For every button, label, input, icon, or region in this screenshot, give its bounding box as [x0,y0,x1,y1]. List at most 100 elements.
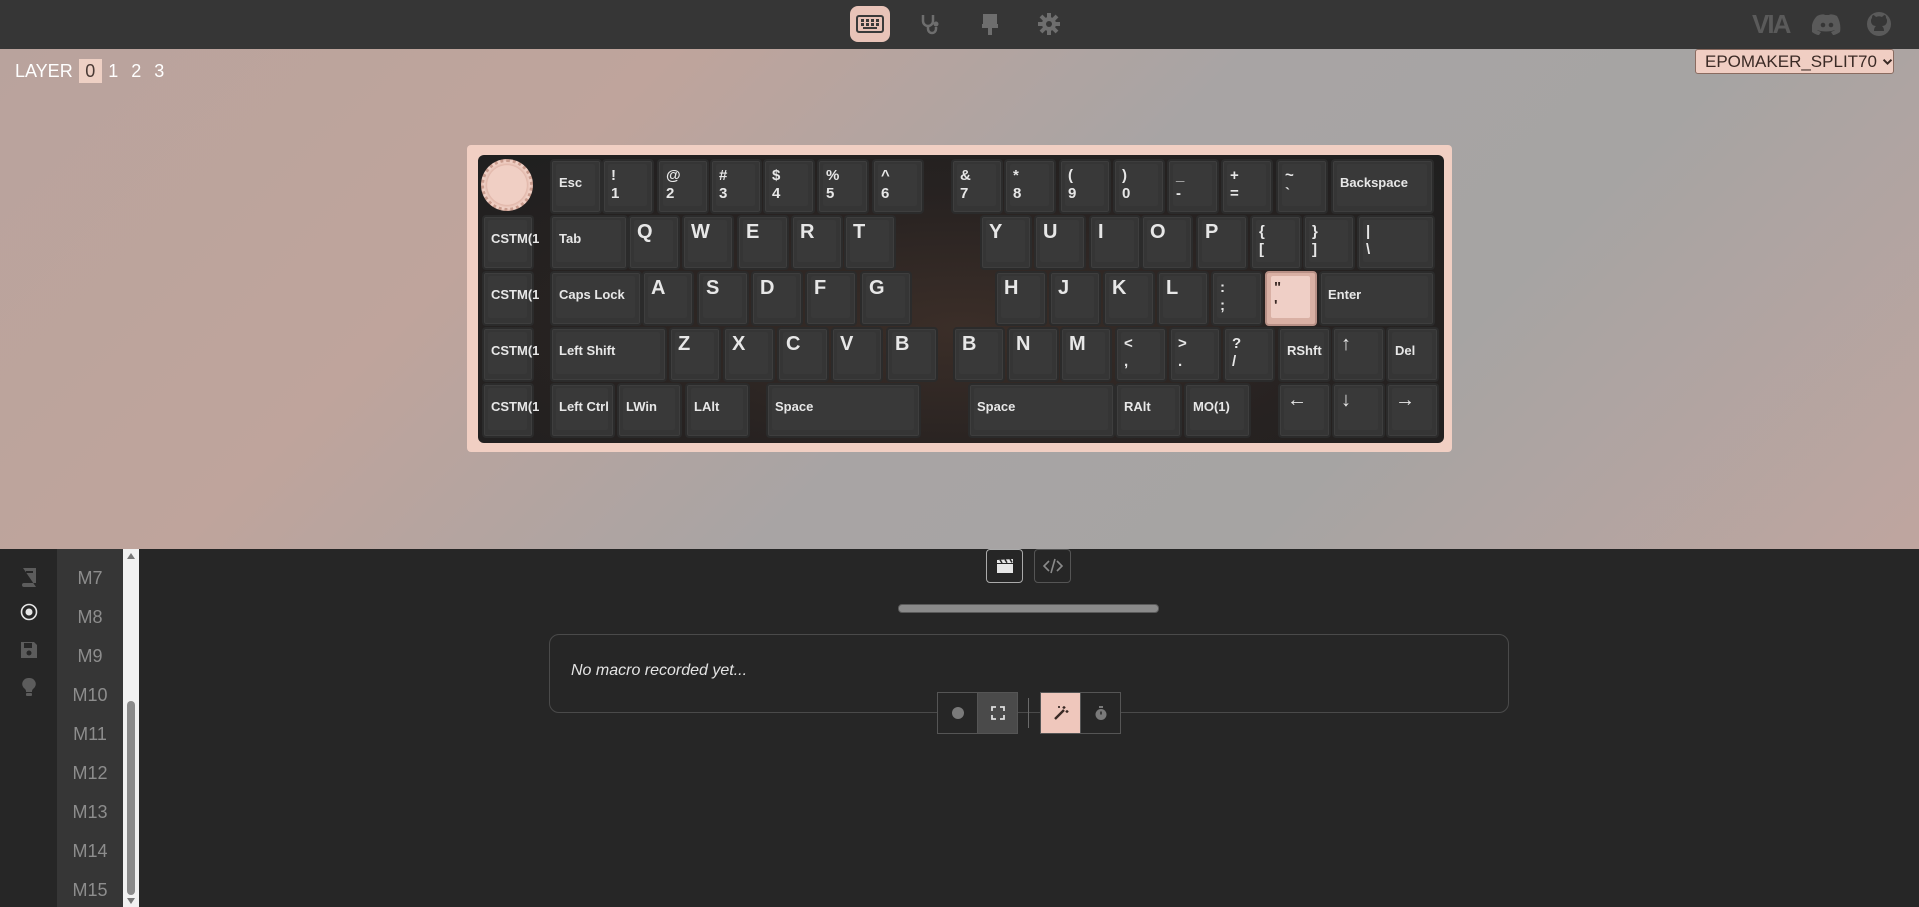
key-row1-3-2[interactable]: @ 2 [657,159,709,214]
fullscreen-icon[interactable] [977,692,1018,734]
lightbulb-icon[interactable] [17,675,41,699]
key-row4-1-cstm-1[interactable]: CSTM(1 [482,327,539,382]
key-row4-8-b[interactable]: B [953,327,1005,382]
layer-1-button[interactable]: 1 [102,59,125,83]
clapperboard-icon[interactable] [986,549,1023,583]
key-row2-2-tab[interactable]: Tab [550,215,628,270]
save-icon[interactable] [17,638,41,662]
macro-item-m12[interactable]: M12 [57,754,123,793]
key-row5-9-symbol[interactable]: ← [1278,383,1331,438]
key-row3-5-d[interactable]: D [751,271,803,326]
key-row2-4-w[interactable]: W [682,215,734,270]
key-row2-6-r[interactable]: R [791,215,843,270]
key-row1-1-esc[interactable]: Esc [550,159,602,214]
key-row3-12-symbol[interactable]: : ; [1211,271,1263,326]
key-row1-9-8[interactable]: * 8 [1004,159,1056,214]
paintbrush-icon[interactable] [970,6,1010,42]
keyboard-icon[interactable] [850,6,890,42]
key-row3-2-caps-lock[interactable]: Caps Lock [550,271,642,326]
key-row3-11-l[interactable]: L [1157,271,1209,326]
key-row4-5-c[interactable]: C [777,327,829,382]
key-row5-6-space[interactable]: Space [968,383,1115,438]
key-row3-14-enter[interactable]: Enter [1319,271,1435,326]
key-row3-13-symbol[interactable]: " ' [1265,271,1317,326]
key-row1-15-backspace[interactable]: Backspace [1331,159,1434,214]
key-row4-16-del[interactable]: Del [1386,327,1439,382]
via-logo-icon[interactable]: VIA [1752,8,1791,40]
key-row1-14-symbol[interactable]: ~ ` [1276,159,1328,214]
key-row3-1-cstm-1[interactable]: CSTM(1 [482,271,539,326]
record-icon[interactable] [17,600,41,624]
key-row4-4-x[interactable]: X [723,327,775,382]
key-row3-7-g[interactable]: G [860,271,912,326]
layer-2-button[interactable]: 2 [125,59,148,83]
key-row5-5-space[interactable]: Space [766,383,921,438]
macro-item-m10[interactable]: M10 [57,676,123,715]
macro-item-m13[interactable]: M13 [57,793,123,832]
key-row3-4-s[interactable]: S [697,271,749,326]
record-dot-icon[interactable] [937,692,978,734]
key-row1-13-symbol[interactable]: + = [1221,159,1273,214]
key-row3-6-f[interactable]: F [805,271,857,326]
key-row4-2-left-shift[interactable]: Left Shift [550,327,667,382]
book-icon[interactable] [17,565,41,589]
key-row2-13-symbol[interactable]: { [ [1250,215,1302,270]
scrollbar-thumb[interactable] [127,701,135,895]
key-row4-9-n[interactable]: N [1007,327,1059,382]
key-row2-1-cstm-1[interactable]: CSTM(1 [482,215,539,270]
key-row2-14-symbol[interactable]: } ] [1303,215,1355,270]
stethoscope-icon[interactable] [910,6,950,42]
layer-3-button[interactable]: 3 [148,59,171,83]
key-row1-10-9[interactable]: ( 9 [1059,159,1111,214]
key-row1-6-5[interactable]: % 5 [817,159,869,214]
key-row3-3-a[interactable]: A [642,271,694,326]
key-row5-4-lalt[interactable]: LAlt [685,383,750,438]
macro-item-m7[interactable]: M7 [57,559,123,598]
macro-item-m9[interactable]: M9 [57,637,123,676]
key-row4-7-b[interactable]: B [886,327,938,382]
key-row5-10-symbol[interactable]: ↓ [1332,383,1385,438]
key-row4-14-rshft[interactable]: RShft [1278,327,1331,382]
key-row1-11-0[interactable]: ) 0 [1113,159,1165,214]
key-row3-10-k[interactable]: K [1103,271,1155,326]
key-row4-15-symbol[interactable]: ↑ [1332,327,1385,382]
key-row2-3-q[interactable]: Q [628,215,680,270]
key-row5-8-mo-1[interactable]: MO(1) [1184,383,1251,438]
key-row1-2-1[interactable]: ! 1 [602,159,654,214]
device-select[interactable]: EPOMAKER_SPLIT70 [1695,49,1894,74]
key-row4-11-symbol[interactable]: < , [1115,327,1167,382]
key-row1-7-6[interactable]: ^ 6 [872,159,924,214]
code-icon[interactable] [1034,549,1071,583]
key-row4-13-symbol[interactable]: ? / [1223,327,1275,382]
key-row5-7-ralt[interactable]: RAlt [1115,383,1182,438]
key-row4-3-z[interactable]: Z [669,327,721,382]
key-row2-5-e[interactable]: E [737,215,789,270]
key-row2-10-i[interactable]: I [1089,215,1141,270]
macro-item-m11[interactable]: M11 [57,715,123,754]
macro-list-scrollbar[interactable] [123,549,139,907]
key-row2-8-y[interactable]: Y [980,215,1032,270]
macro-item-m8[interactable]: M8 [57,598,123,637]
stopwatch-icon[interactable] [1080,692,1121,734]
macro-item-m14[interactable]: M14 [57,832,123,871]
github-icon[interactable] [1866,8,1892,40]
key-row2-11-o[interactable]: O [1141,215,1193,270]
key-row2-15-symbol[interactable]: | \ [1357,215,1435,270]
key-row2-12-p[interactable]: P [1196,215,1248,270]
key-row1-4-3[interactable]: # 3 [710,159,762,214]
scroll-up-arrow-icon[interactable] [127,553,135,559]
key-row5-2-left-ctrl[interactable]: Left Ctrl [550,383,615,438]
discord-icon[interactable] [1812,8,1842,40]
key-row2-7-t[interactable]: T [844,215,896,270]
key-row1-5-4[interactable]: $ 4 [763,159,815,214]
macro-item-m15[interactable]: M15 [57,871,123,907]
scroll-down-arrow-icon[interactable] [127,898,135,904]
key-row3-8-h[interactable]: H [995,271,1047,326]
key-row5-3-lwin[interactable]: LWin [617,383,682,438]
key-row1-12-symbol[interactable]: _ - [1167,159,1219,214]
key-row3-9-j[interactable]: J [1049,271,1101,326]
key-row2-9-u[interactable]: U [1034,215,1086,270]
layer-0-button[interactable]: 0 [78,59,102,83]
gear-icon[interactable] [1029,6,1069,42]
magic-wand-icon[interactable] [1040,692,1081,734]
